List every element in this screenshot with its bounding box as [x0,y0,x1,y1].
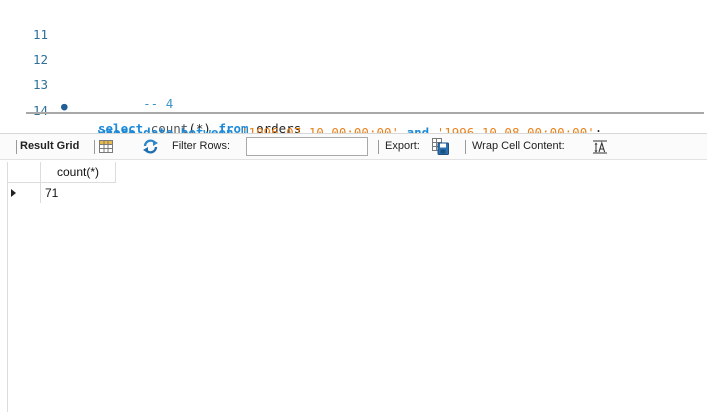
export-icon[interactable] [432,138,449,155]
line-number: 12 [33,52,49,67]
wrap-cell-content-label: Wrap Cell Content: [472,140,565,152]
export-label: Export: [385,140,420,152]
row-header-corner[interactable] [8,162,41,183]
column-header[interactable]: count(*) [41,162,116,183]
toolbar-separator [94,140,95,154]
toolbar-separator [378,140,379,154]
editor-line-14[interactable]: 14 where date between '1996-07-10 00:00:… [0,78,602,140]
row-selector[interactable] [8,183,41,203]
result-grid[interactable]: count(*) 71 [7,162,707,412]
result-toolbar: Result Grid Filter Rows: Export: Wrap Ce… [0,133,707,160]
toolbar-separator [465,140,466,154]
sql-comment: -- 4 [143,96,174,111]
refresh-icon[interactable] [142,139,159,154]
result-grid-tab[interactable]: Result Grid [20,134,79,159]
editor-line-13[interactable]: 13 ● select count(*) from orders [0,52,301,136]
line-number: 13 [33,77,49,92]
sql-editor[interactable]: 11 12 -- 4 13 ● select count(*) from ord… [0,0,707,140]
editor-divider[interactable] [26,112,704,114]
editor-line-12[interactable]: 12 -- 4 [0,27,173,111]
grid-icon[interactable] [99,140,113,153]
line-number: 11 [33,27,49,42]
wrap-text-icon[interactable] [592,140,608,154]
current-row-arrow-icon [11,189,16,197]
grid-cell[interactable]: 71 [45,183,115,203]
editor-line-11[interactable]: 11 [0,2,48,42]
line-number: 14 [33,103,49,118]
toolbar-separator [16,140,17,154]
filter-rows-input[interactable] [246,137,368,156]
filter-rows-label: Filter Rows: [172,140,231,152]
